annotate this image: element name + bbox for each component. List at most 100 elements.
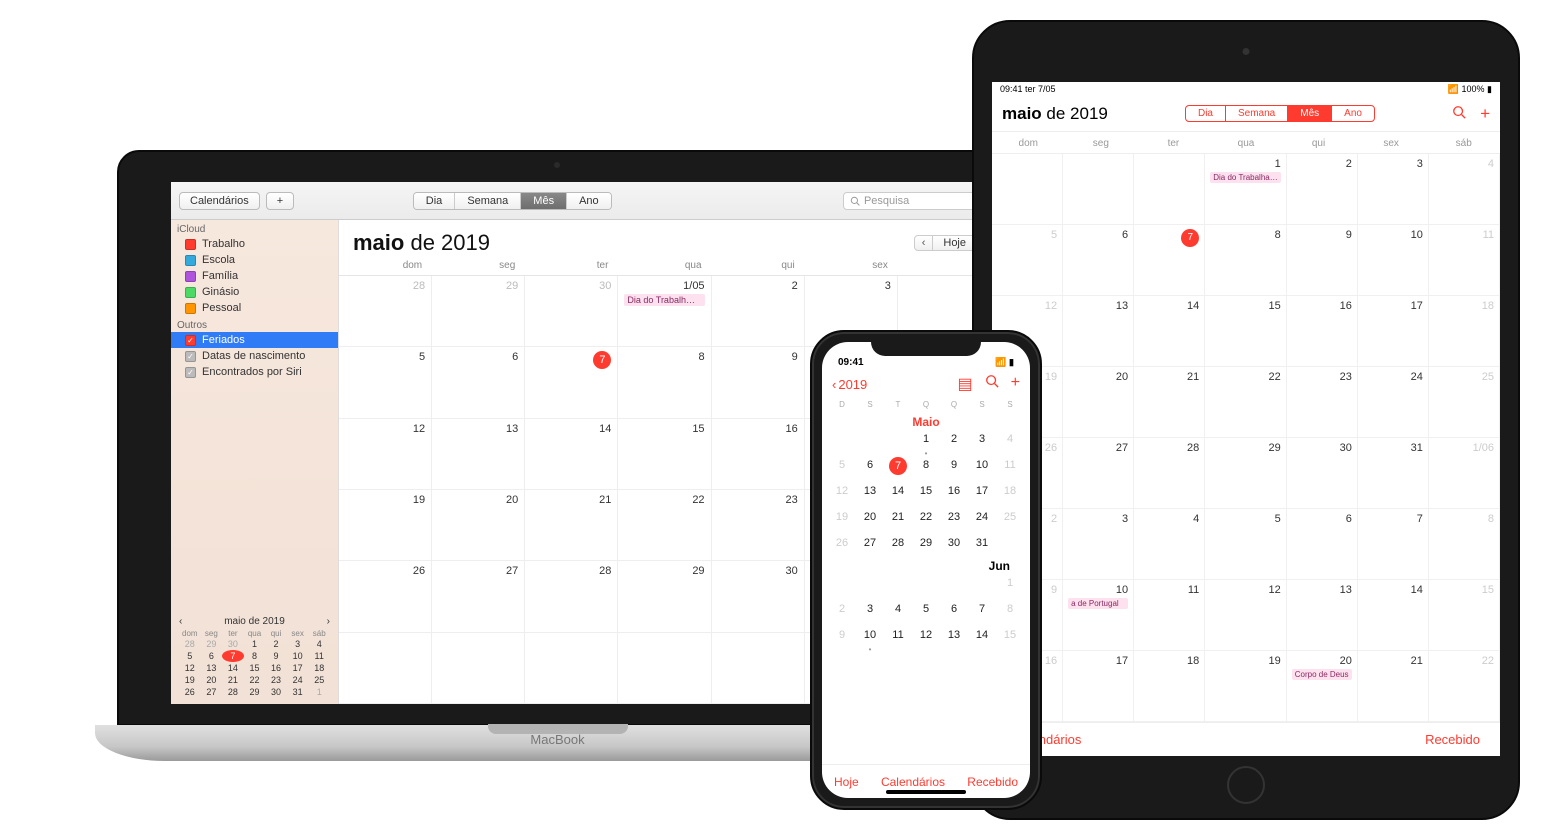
back-button[interactable]: ‹2019: [832, 377, 867, 392]
mini-day[interactable]: 3: [287, 638, 309, 650]
calendar-day[interactable]: 6: [856, 457, 884, 477]
calendar-day-cell[interactable]: 12: [339, 419, 432, 490]
checkbox-icon[interactable]: [185, 335, 196, 346]
mini-day[interactable]: 20: [201, 674, 223, 686]
calendar-day-cell[interactable]: 26: [339, 561, 432, 632]
sidebar-item[interactable]: Feriados: [171, 332, 338, 348]
calendar-day[interactable]: 7: [884, 457, 912, 477]
mini-day[interactable]: 21: [222, 674, 244, 686]
calendar-day-cell[interactable]: 9: [712, 347, 805, 418]
mini-day[interactable]: 8: [244, 650, 266, 662]
calendar-day-cell[interactable]: 7: [1358, 509, 1429, 580]
calendar-day[interactable]: 10: [968, 457, 996, 477]
calendar-day-cell[interactable]: 21: [1358, 651, 1429, 722]
calendar-day-cell[interactable]: 14: [1134, 296, 1205, 367]
calendar-day[interactable]: 14: [968, 627, 996, 647]
mini-day[interactable]: 24: [287, 674, 309, 686]
calendar-day[interactable]: [940, 575, 968, 595]
mini-day[interactable]: 18: [308, 662, 330, 674]
calendar-day-cell[interactable]: 11: [1134, 580, 1205, 651]
inbox-button[interactable]: Recebido: [967, 775, 1018, 789]
calendar-day-cell[interactable]: 18: [1429, 296, 1500, 367]
event-pill[interactable]: Dia do Trabalha…: [1210, 172, 1280, 183]
calendar-day[interactable]: 11: [996, 457, 1024, 477]
calendar-day-cell[interactable]: 17: [1358, 296, 1429, 367]
iphone-body[interactable]: Maio 12345678910111213141516171819202122…: [822, 411, 1030, 764]
calendar-day-cell[interactable]: 20: [1063, 367, 1134, 438]
calendar-day[interactable]: 18: [996, 483, 1024, 503]
mini-next-button[interactable]: ›: [327, 616, 330, 627]
calendar-day[interactable]: 14: [884, 483, 912, 503]
calendar-day[interactable]: 26: [828, 535, 856, 555]
calendar-day-cell[interactable]: 23: [1287, 367, 1358, 438]
mini-day[interactable]: 27: [201, 686, 223, 698]
calendar-day[interactable]: 9: [940, 457, 968, 477]
checkbox-icon[interactable]: [185, 351, 196, 362]
event-pill[interactable]: Corpo de Deus: [1292, 669, 1352, 680]
view-tab[interactable]: Mês: [521, 193, 567, 209]
mini-day[interactable]: 19: [179, 674, 201, 686]
mini-day[interactable]: 31: [287, 686, 309, 698]
calendar-day[interactable]: [884, 575, 912, 595]
event-pill[interactable]: Dia do Trabalh…: [624, 294, 704, 306]
calendar-day-cell[interactable]: 2: [712, 276, 805, 347]
calendar-day-cell[interactable]: 1/06: [1429, 438, 1500, 509]
calendar-day-cell[interactable]: 10: [1358, 225, 1429, 296]
today-button[interactable]: Hoje: [834, 775, 859, 789]
mini-day[interactable]: 17: [287, 662, 309, 674]
calendar-day[interactable]: [828, 575, 856, 595]
calendar-day-cell[interactable]: 19: [1205, 651, 1286, 722]
calendar-day[interactable]: 2: [940, 431, 968, 451]
mini-day[interactable]: 1: [244, 638, 266, 650]
calendar-day-cell[interactable]: 13: [1287, 580, 1358, 651]
list-icon[interactable]: ▤: [958, 374, 973, 394]
mini-day[interactable]: 9: [265, 650, 287, 662]
calendars-button[interactable]: Calendários: [179, 192, 260, 210]
calendar-day-cell[interactable]: [432, 633, 525, 704]
mini-day[interactable]: 16: [265, 662, 287, 674]
calendar-day-cell[interactable]: 12: [1205, 580, 1286, 651]
calendar-day-cell[interactable]: 11: [1429, 225, 1500, 296]
calendar-day-cell[interactable]: 23: [712, 490, 805, 561]
calendar-day-cell[interactable]: [1134, 154, 1205, 225]
mini-day[interactable]: 25: [308, 674, 330, 686]
calendar-day[interactable]: 9: [828, 627, 856, 647]
calendar-day-cell[interactable]: 16: [712, 419, 805, 490]
calendar-day-cell[interactable]: 6: [432, 347, 525, 418]
calendar-day-cell[interactable]: 4: [1429, 154, 1500, 225]
prev-month-button[interactable]: ‹: [914, 235, 934, 251]
inbox-button[interactable]: Recebido: [1425, 732, 1480, 747]
calendar-day[interactable]: 12: [828, 483, 856, 503]
calendar-day[interactable]: 4: [884, 601, 912, 621]
calendar-day[interactable]: 23: [940, 509, 968, 529]
checkbox-icon[interactable]: [185, 367, 196, 378]
event-pill[interactable]: a de Portugal: [1068, 598, 1128, 609]
calendar-day-cell[interactable]: 29: [1205, 438, 1286, 509]
calendar-day-cell[interactable]: 13: [1063, 296, 1134, 367]
home-button-icon[interactable]: [1227, 766, 1265, 804]
sidebar-item[interactable]: Encontrados por Siri: [171, 364, 338, 380]
search-icon[interactable]: [985, 374, 999, 394]
calendar-day[interactable]: 27: [856, 535, 884, 555]
calendar-day-cell[interactable]: 27: [1063, 438, 1134, 509]
calendar-day-cell[interactable]: 6: [1063, 225, 1134, 296]
calendar-day-cell[interactable]: 5: [339, 347, 432, 418]
calendar-day-cell[interactable]: 22: [1205, 367, 1286, 438]
sidebar-item[interactable]: Ginásio: [171, 284, 338, 300]
calendar-day[interactable]: 17: [968, 483, 996, 503]
calendar-day[interactable]: [884, 431, 912, 451]
calendar-day[interactable]: [996, 535, 1024, 555]
calendar-day[interactable]: 12: [912, 627, 940, 647]
calendar-day-cell[interactable]: 7: [1134, 225, 1205, 296]
mini-day[interactable]: 28: [222, 686, 244, 698]
calendar-day[interactable]: 21: [884, 509, 912, 529]
view-tab[interactable]: Ano: [1332, 106, 1374, 121]
view-tab[interactable]: Mês: [1288, 106, 1332, 121]
calendar-day-cell[interactable]: 5: [1205, 509, 1286, 580]
calendar-day[interactable]: 2: [828, 601, 856, 621]
mini-day[interactable]: 30: [222, 638, 244, 650]
mini-day[interactable]: 22: [244, 674, 266, 686]
calendar-day-cell[interactable]: 28: [525, 561, 618, 632]
mini-day[interactable]: 15: [244, 662, 266, 674]
calendar-day-cell[interactable]: 25: [1429, 367, 1500, 438]
